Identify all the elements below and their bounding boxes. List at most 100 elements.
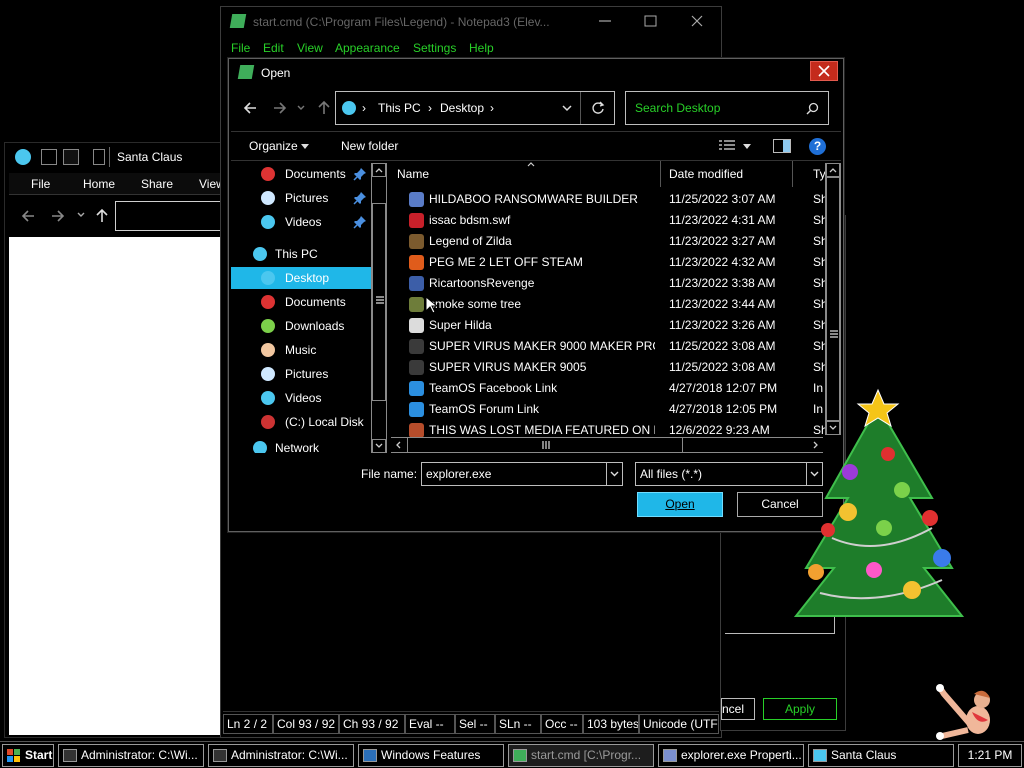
nav-item-network[interactable]: Network [231,437,371,453]
breadcrumb-this-pc[interactable]: This PC [378,101,421,115]
nav-item-this-pc[interactable]: This PC [231,243,371,265]
props-icon [663,749,677,762]
file-row[interactable]: SUPER VIRUS MAKER 9005 11/25/2022 3:08 AM… [389,357,825,378]
close-button[interactable] [677,11,717,31]
column-header-name[interactable]: Name [389,161,661,187]
menu-edit[interactable]: Edit [263,41,284,55]
dialog-close-button[interactable] [810,61,838,81]
forward-arrow-icon[interactable] [273,101,287,115]
system-clock[interactable]: 1:21 PM [958,744,1022,767]
nav-item-desktop[interactable]: Desktop [231,267,371,289]
tab-share[interactable]: Share [141,177,173,191]
nav-scroll-up-button[interactable] [372,163,386,177]
taskbar-item[interactable]: start.cmd [C:\Progr... [508,744,654,767]
apply-button[interactable]: Apply [763,698,837,720]
nav-item-videos[interactable]: Videos [231,211,371,233]
file-row[interactable]: Super Hilda 11/23/2022 3:26 AM Sh [389,315,825,336]
horizontal-scrollbar[interactable] [391,437,823,453]
file-date: 11/25/2022 3:08 AM [669,360,776,374]
taskbar-item[interactable]: Santa Claus [808,744,954,767]
new-folder-quick-icon[interactable] [63,149,79,165]
nav-scroll-thumb[interactable] [372,203,386,401]
mouse-cursor-icon [425,296,437,314]
nav-item-c-local-disk[interactable]: (C:) Local Disk [231,411,371,433]
filename-label: File name: [361,467,418,481]
taskbar-item[interactable]: explorer.exe Properti... [658,744,804,767]
recent-locations-chevron-icon[interactable] [297,104,305,112]
refresh-icon[interactable] [591,101,605,115]
search-box[interactable]: Search Desktop [625,91,829,125]
view-options-icon[interactable] [719,140,735,153]
explorer-address-bar[interactable] [115,201,229,231]
file-row[interactable]: SUPER VIRUS MAKER 9000 MAKER PROT... 11/2… [389,336,825,357]
menu-settings[interactable]: Settings [413,41,456,55]
menu-view[interactable]: View [297,41,323,55]
help-icon[interactable]: ? [809,138,826,155]
nav-item-music[interactable]: Music [231,339,371,361]
view-dropdown-icon[interactable] [743,144,751,150]
open-button[interactable]: Open [637,492,723,517]
breadcrumb-sep-3[interactable]: › [490,101,494,115]
status-size: 103 bytes [583,714,639,734]
chevron-left-icon[interactable] [395,441,401,449]
file-date: 4/27/2018 12:07 PM [669,381,778,395]
nav-item-documents[interactable]: Documents [231,163,371,185]
file-type: Sh [813,276,825,290]
minimize-button[interactable] [585,11,625,31]
taskbar-item[interactable]: Windows Features [358,744,504,767]
menu-help[interactable]: Help [469,41,494,55]
taskbar-item[interactable]: Administrator: C:\Wi... [58,744,204,767]
filename-dropdown-button[interactable] [606,463,622,485]
back-arrow-icon[interactable] [21,209,35,223]
file-scroll-up-button[interactable] [826,163,840,177]
column-header-date[interactable]: Date modified [661,161,793,187]
address-bar[interactable]: › This PC › Desktop › [335,91,615,125]
nav-item-pictures[interactable]: Pictures [231,187,371,209]
nav-item-videos[interactable]: Videos [231,387,371,409]
preview-pane-icon[interactable] [773,139,791,153]
recent-locations-chevron-icon[interactable] [77,211,85,219]
tab-file[interactable]: File [31,177,50,191]
maximize-button[interactable] [631,11,671,31]
nav-item-label: Pictures [285,191,329,205]
file-row[interactable]: HILDABOO RANSOMWARE BUILDER 11/25/2022 3:… [389,189,825,210]
tab-home[interactable]: Home [83,177,115,191]
taskbar-item[interactable]: Administrator: C:\Wi... [208,744,354,767]
file-row[interactable]: smoke some tree 11/23/2022 3:44 AM Sh [389,294,825,315]
up-arrow-icon[interactable] [95,208,109,223]
menu-appearance[interactable]: Appearance [335,41,400,55]
breadcrumb-desktop[interactable]: Desktop [440,101,484,115]
file-row[interactable]: Legend of Zilda 11/23/2022 3:27 AM Sh [389,231,825,252]
organize-button[interactable]: Organize [249,139,298,153]
file-row[interactable]: issac bdsm.swf 11/23/2022 4:31 AM Sh [389,210,825,231]
back-arrow-icon[interactable] [243,101,257,115]
file-row[interactable]: PEG ME 2 LET OFF STEAM 11/23/2022 4:32 AM… [389,252,825,273]
nav-scroll-down-button[interactable] [372,439,386,453]
nav-item-downloads[interactable]: Downloads [231,315,371,337]
address-dropdown-chevron-icon[interactable] [562,104,572,112]
file-icon [409,255,424,270]
windows-logo-icon [7,749,20,762]
menu-file[interactable]: File [231,41,250,55]
forward-arrow-icon[interactable] [51,209,65,223]
explorer-content-area[interactable] [9,237,227,735]
quick-access-dropdown[interactable] [93,149,105,165]
properties-quick-icon[interactable] [41,149,57,165]
up-arrow-icon[interactable] [317,100,331,115]
start-button[interactable]: Start [2,744,54,767]
new-folder-button[interactable]: New folder [341,139,398,153]
file-name: Legend of Zilda [429,234,512,248]
file-row[interactable]: TeamOS Facebook Link 4/27/2018 12:07 PM In [389,378,825,399]
properties-cancel-button[interactable]: ncel [721,698,755,720]
organize-dropdown-icon[interactable] [301,144,309,150]
file-row[interactable]: TeamOS Forum Link 4/27/2018 12:05 PM In [389,399,825,420]
file-row[interactable]: RicartoonsRevenge 11/23/2022 3:38 AM Sh [389,273,825,294]
nav-item-documents[interactable]: Documents [231,291,371,313]
file-scroll-thumb[interactable] [826,177,840,421]
horizontal-scroll-thumb[interactable] [407,438,683,452]
nav-item-label: Downloads [285,319,345,333]
nav-item-pictures[interactable]: Pictures [231,363,371,385]
nav-scrollbar[interactable] [371,163,387,453]
column-header-type[interactable]: Ty [793,161,825,187]
filename-input[interactable]: explorer.exe [421,462,623,486]
